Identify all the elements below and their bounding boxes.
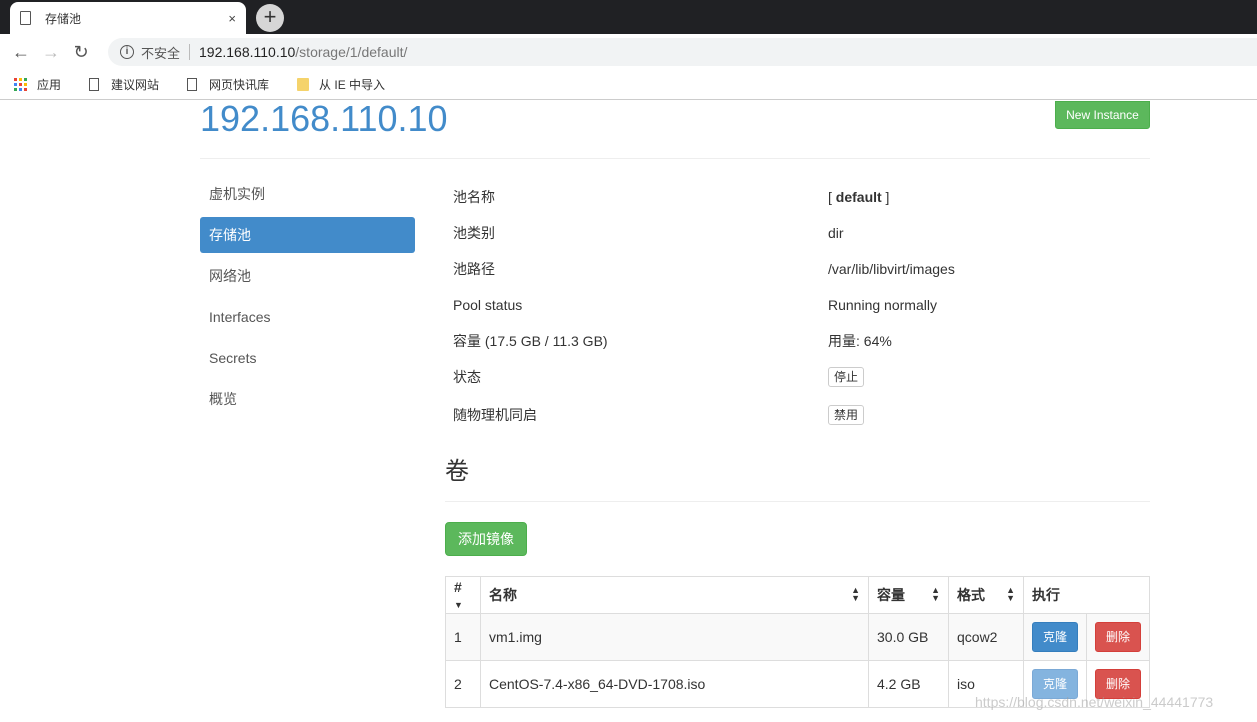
folder-icon xyxy=(297,78,310,91)
apps-grid-icon xyxy=(14,78,27,91)
sidebar-item-interfaces[interactable]: Interfaces xyxy=(200,299,415,335)
detail-row: 池类别 dir xyxy=(445,215,1150,251)
tab-strip: 存储池 × + xyxy=(0,0,1257,34)
security-label: 不安全 xyxy=(141,45,181,61)
document-icon xyxy=(20,11,31,25)
sidebar-item-networks[interactable]: 网络池 xyxy=(200,258,415,294)
stop-button[interactable]: 停止 xyxy=(828,367,865,387)
watermark: https://blog.csdn.net/weixin_44441773 xyxy=(975,694,1214,710)
detail-row: 池名称 [ default ] xyxy=(445,179,1150,215)
autostart-cell: 禁用 xyxy=(828,405,1150,425)
col-size[interactable]: 容量 ▲ ▼ xyxy=(868,576,949,614)
col-number[interactable]: # ▼ xyxy=(445,576,481,614)
new-tab-button[interactable]: + xyxy=(256,4,284,32)
tab-title: 存储池 xyxy=(45,11,82,26)
pool-status-label: Pool status xyxy=(453,297,523,313)
detail-row: 池路径 /var/lib/libvirt/images xyxy=(445,251,1150,287)
volume-name: CentOS-7.4-x86_64-DVD-1708.iso xyxy=(480,660,869,708)
bookmark-label: 建议网站 xyxy=(111,78,160,92)
bookmark-apps[interactable]: 应用 xyxy=(14,76,61,93)
url-host: 192.168.110.10 xyxy=(199,44,296,60)
capacity-label: 容量 (17.5 GB / 11.3 GB) xyxy=(453,333,608,349)
bookmark-web-slices[interactable]: 网页快讯库 xyxy=(187,76,269,93)
new-instance-button[interactable]: New Instance xyxy=(1055,101,1150,129)
back-arrow-icon[interactable]: ← xyxy=(6,42,36,63)
page-title: 192.168.110.10 xyxy=(200,101,448,139)
volume-name: vm1.img xyxy=(480,613,869,661)
sidebar-item-storage[interactable]: 存储池 xyxy=(200,217,415,253)
col-actions: 执行 xyxy=(1023,576,1150,614)
row-number: 1 xyxy=(445,613,481,661)
clone-button[interactable]: 克隆 xyxy=(1032,622,1078,652)
sidebar-item-instances[interactable]: 虚机实例 xyxy=(200,176,415,212)
pool-type-value: dir xyxy=(828,225,844,241)
divider xyxy=(200,158,1150,159)
pool-path-label: 池路径 xyxy=(453,261,495,277)
sort-desc-icon: ▼ xyxy=(454,600,463,610)
bookmarks-bar: 应用 建议网站 网页快讯库 从 IE 中导入 xyxy=(0,70,1257,100)
sort-icon: ▲ ▼ xyxy=(851,585,860,603)
bookmark-label: 网页快讯库 xyxy=(209,78,270,92)
autostart-label: 随物理机同启 xyxy=(453,407,537,423)
disable-autostart-button[interactable]: 禁用 xyxy=(828,405,865,425)
browser-toolbar: ← → ↻ i 不安全 192.168.110.10/storage/1/def… xyxy=(0,34,1257,70)
url-path: /storage/1/default/ xyxy=(295,44,408,60)
pool-path-value: /var/lib/libvirt/images xyxy=(828,261,955,277)
clone-cell: 克隆 xyxy=(1023,613,1087,661)
bookmark-label: 从 IE 中导入 xyxy=(319,78,386,92)
pool-details: 池名称 [ default ] 池类别 dir 池路径 /var/lib/lib… xyxy=(445,179,1150,435)
sort-icon: ▲ ▼ xyxy=(1006,585,1015,603)
address-bar[interactable]: i 不安全 192.168.110.10/storage/1/default/ xyxy=(108,38,1257,66)
volume-size: 30.0 GB xyxy=(868,613,949,661)
pool-name: default xyxy=(835,189,882,205)
info-icon[interactable]: i xyxy=(120,45,134,59)
row-number: 2 xyxy=(445,660,481,708)
state-cell: 停止 xyxy=(828,367,1150,387)
reload-icon[interactable]: ↻ xyxy=(66,42,96,63)
detail-row: 随物理机同启 禁用 xyxy=(445,395,1150,435)
page-icon xyxy=(89,78,100,91)
delete-button[interactable]: 删除 xyxy=(1095,622,1141,652)
table-header-row: # ▼ 名称 ▲ ▼ 容量 ▲ ▼ 格式 ▲ ▼ 执行 xyxy=(445,576,1150,614)
detail-row: 状态 停止 xyxy=(445,359,1150,395)
add-image-button[interactable]: 添加镜像 xyxy=(445,522,527,556)
usage-value: 用量: 64% xyxy=(828,333,892,349)
col-format[interactable]: 格式 ▲ ▼ xyxy=(948,576,1024,614)
volume-format: qcow2 xyxy=(948,613,1024,661)
bookmark-label: 应用 xyxy=(37,78,62,92)
page-icon xyxy=(187,78,198,91)
bookmark-import-ie[interactable]: 从 IE 中导入 xyxy=(297,76,385,93)
sort-icon: ▲ ▼ xyxy=(931,585,940,603)
browser-tab[interactable]: 存储池 × xyxy=(10,2,246,34)
pool-status-value: Running normally xyxy=(828,297,937,313)
sidebar-item-overview[interactable]: 概览 xyxy=(200,381,415,417)
pool-name-value: [ default ] xyxy=(828,189,890,205)
pool-type-label: 池类别 xyxy=(453,225,495,241)
table-row: 1 vm1.img 30.0 GB qcow2 克隆 删除 xyxy=(445,613,1150,661)
volume-size: 4.2 GB xyxy=(868,660,949,708)
col-name[interactable]: 名称 ▲ ▼ xyxy=(480,576,869,614)
volumes-table: # ▼ 名称 ▲ ▼ 容量 ▲ ▼ 格式 ▲ ▼ 执行 1 vm1.img 30.0 GB … xyxy=(445,576,1150,708)
state-label: 状态 xyxy=(453,369,481,385)
delete-cell: 删除 xyxy=(1086,613,1150,661)
detail-row: 容量 (17.5 GB / 11.3 GB) 用量: 64% xyxy=(445,323,1150,359)
pool-name-label: 池名称 xyxy=(453,189,495,205)
volumes-heading: 卷 xyxy=(445,458,469,485)
bookmark-suggested-sites[interactable]: 建议网站 xyxy=(89,76,159,93)
close-tab-icon[interactable]: × xyxy=(228,11,236,26)
sidebar: 虚机实例 存储池 网络池 Interfaces Secrets 概览 xyxy=(200,176,415,422)
forward-arrow-icon[interactable]: → xyxy=(36,42,66,63)
sidebar-item-secrets[interactable]: Secrets xyxy=(200,340,415,376)
page-content: 192.168.110.10 New Instance 虚机实例 存储池 网络池… xyxy=(0,101,1257,722)
detail-row: Pool status Running normally xyxy=(445,287,1150,323)
omnibox-divider xyxy=(189,44,191,60)
divider xyxy=(445,501,1150,502)
